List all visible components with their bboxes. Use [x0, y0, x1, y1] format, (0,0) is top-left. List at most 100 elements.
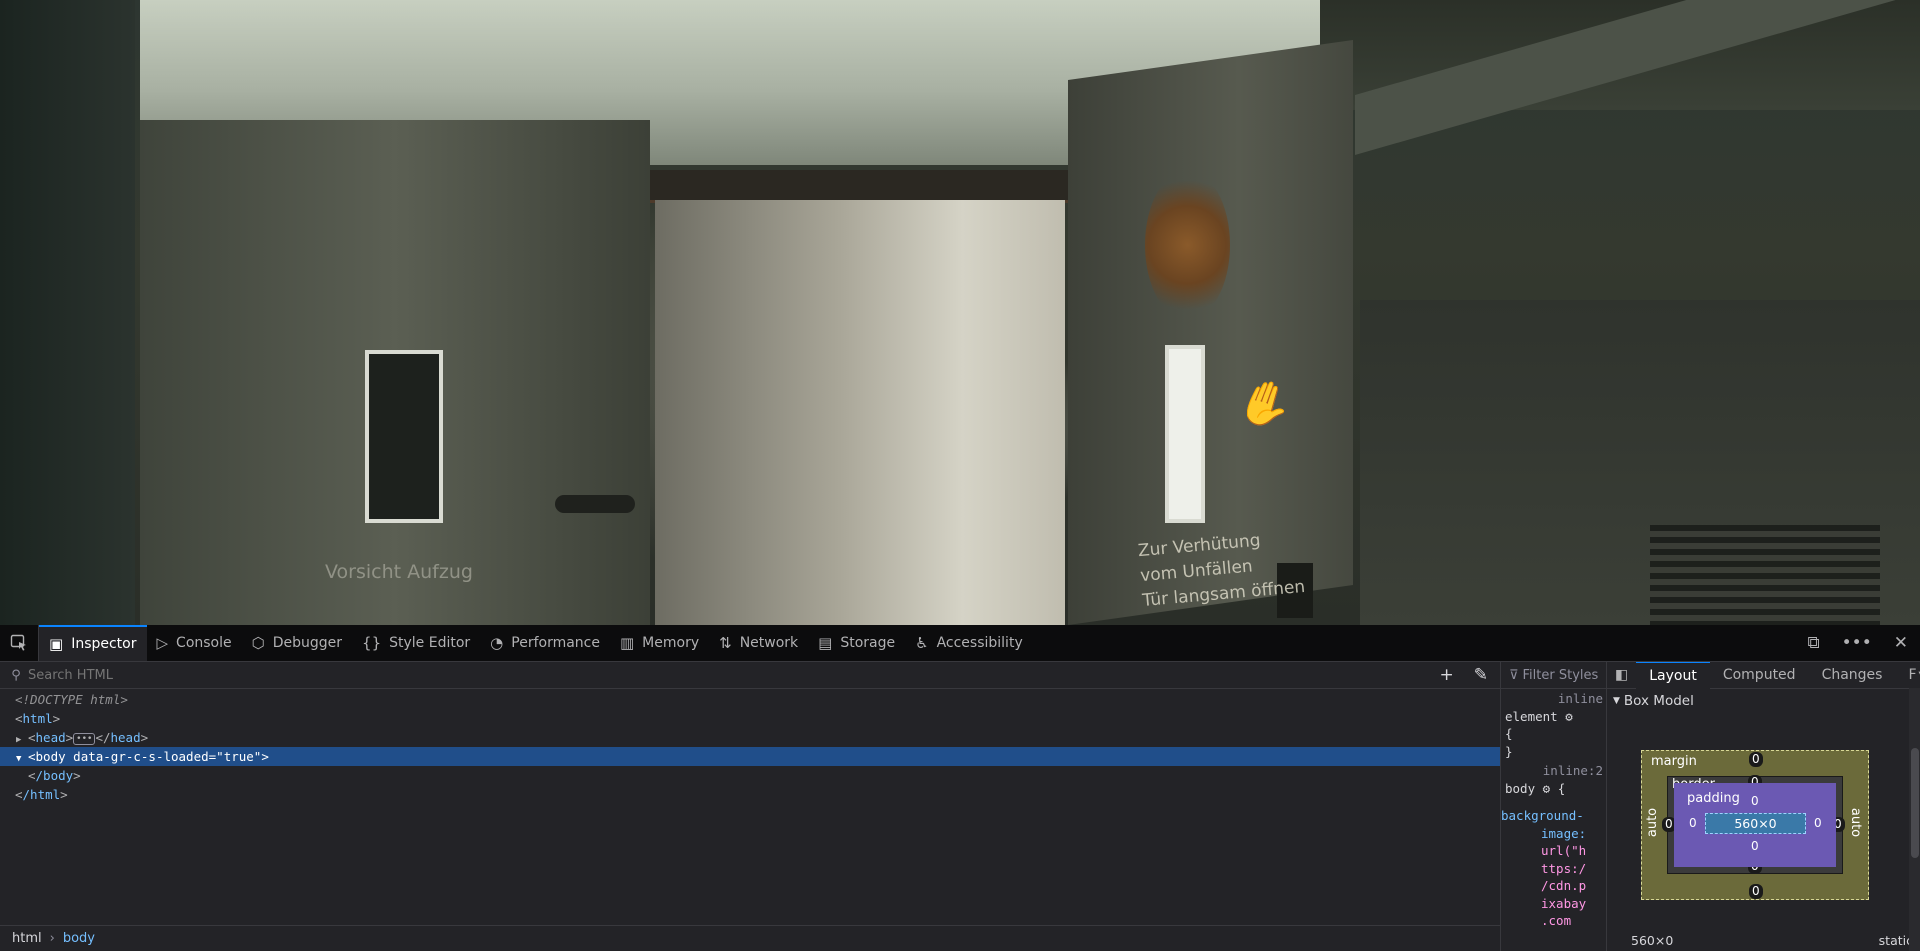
tab-label: Debugger — [272, 635, 343, 651]
rust-stain — [1145, 170, 1230, 320]
tab-label: Style Editor — [389, 635, 471, 651]
chevron-right-icon: › — [49, 931, 55, 946]
tab-network[interactable]: ⇅ Network — [709, 625, 808, 661]
rule-value[interactable]: url("h — [1505, 842, 1603, 860]
rule-selector: body ⚙ { — [1505, 780, 1566, 796]
padding-left-value[interactable]: 0 — [1686, 816, 1700, 831]
performance-icon: ◔ — [490, 634, 504, 652]
padding-top-value[interactable]: 0 — [1748, 794, 1762, 809]
breadcrumb-body[interactable]: body — [63, 931, 95, 946]
tree-line-html-close[interactable]: </html> — [0, 785, 1500, 804]
sidebar-scrollbar[interactable] — [1909, 688, 1920, 951]
tree-line-body[interactable]: ▼ <body data-gr-c-s-loaded="true"> — [0, 747, 1500, 766]
rule-open-brace: { — [1505, 726, 1513, 741]
inspector-icon: ▣ — [49, 635, 64, 653]
tab-memory[interactable]: ▥ Memory — [610, 625, 709, 661]
eyedropper-icon[interactable]: ✎ — [1474, 665, 1488, 685]
margin-label: margin — [1651, 754, 1697, 769]
rule-source[interactable]: inline — [1505, 690, 1603, 708]
debugger-icon: ⬡ — [251, 634, 265, 652]
tab-fonts[interactable]: F — [1895, 662, 1918, 688]
tab-changes[interactable]: Changes — [1809, 662, 1896, 688]
rule-selector: element ⚙ — [1505, 708, 1573, 724]
rule-value[interactable]: ixabay — [1505, 895, 1603, 913]
search-html-row: ⚲ + ✎ — [0, 662, 1500, 689]
collapse-arrow-icon: ▼ — [1613, 696, 1620, 706]
elevator-door-open — [655, 200, 1065, 625]
rule-value[interactable]: ttps:/ — [1505, 860, 1603, 878]
tab-style-editor[interactable]: {} Style Editor — [352, 625, 480, 661]
element-picker-icon[interactable] — [0, 625, 39, 661]
filter-styles-row[interactable]: ⊽ Filter Styles — [1501, 662, 1607, 689]
padding-bottom-value[interactable]: 0 — [1748, 839, 1762, 854]
breadcrumb: html › body — [0, 925, 1500, 951]
tab-label: Performance — [511, 635, 600, 651]
tab-label: Console — [176, 635, 232, 651]
sign-vorsicht-aufzug: Vorsicht Aufzug — [325, 561, 473, 583]
tab-performance[interactable]: ◔ Performance — [480, 625, 610, 661]
rule-value[interactable]: /cdn.p — [1505, 877, 1603, 895]
box-model-header[interactable]: ▼ Box Model — [1607, 689, 1920, 713]
box-model-padding[interactable]: padding 0 0 0 0 560×0 — [1674, 783, 1836, 867]
box-model-margin[interactable]: margin 0 0 auto auto border 0 0 0 0 padd… — [1641, 750, 1869, 900]
tab-computed[interactable]: Computed — [1710, 662, 1809, 688]
sign-door-warning: Zur Verhütung vom Unfällen Tür langsam ö… — [1137, 530, 1306, 611]
margin-left-value[interactable]: auto — [1645, 808, 1660, 837]
tab-inspector[interactable]: ▣ Inspector — [39, 625, 147, 661]
margin-top-value[interactable]: 0 — [1749, 752, 1763, 767]
element-position: static — [1878, 933, 1913, 948]
tree-line-html[interactable]: <html> — [0, 709, 1500, 728]
close-devtools-icon[interactable]: ✕ — [1894, 633, 1908, 653]
tab-accessibility[interactable]: ♿ Accessibility — [905, 625, 1033, 661]
rule-property[interactable]: image: — [1505, 825, 1603, 843]
padding-right-value[interactable]: 0 — [1811, 816, 1825, 831]
add-node-icon[interactable]: + — [1440, 665, 1454, 685]
search-html-input[interactable] — [26, 666, 1410, 684]
rule-property[interactable]: background- — [1501, 807, 1603, 825]
more-options-icon[interactable]: ••• — [1842, 633, 1872, 653]
memory-icon: ▥ — [619, 634, 635, 652]
filter-styles-input[interactable]: Filter Styles — [1523, 668, 1599, 683]
box-model-border[interactable]: border 0 0 0 0 padding 0 0 0 0 560×0 — [1662, 775, 1845, 874]
door-window-right — [1165, 345, 1205, 523]
collapse-arrow-icon[interactable]: ▼ — [16, 750, 28, 769]
toggle-sidebar-icon[interactable]: ◧ — [1607, 667, 1636, 683]
padding-label: padding — [1687, 791, 1740, 806]
tree-line-body-close[interactable]: </body> — [0, 766, 1500, 785]
tree-line-head[interactable]: ▶ <head> ••• </head> — [0, 728, 1500, 747]
accessibility-icon: ♿ — [915, 634, 929, 652]
tab-storage[interactable]: ▤ Storage — [808, 625, 905, 661]
box-model-content[interactable]: 560×0 — [1705, 813, 1806, 834]
tab-console[interactable]: ▷ Console — [147, 625, 242, 661]
margin-right-value[interactable]: auto — [1848, 808, 1863, 837]
tab-label: Memory — [642, 635, 700, 651]
markup-view: ⚲ + ✎ <!DOCTYPE html> <html> ▶<head>•••<… — [0, 662, 1500, 951]
dock-options-icon[interactable]: ⧉ — [1808, 633, 1820, 653]
door-handle — [555, 495, 635, 513]
page-viewport: ✋ Vorsicht Aufzug Zur Verhütung vom Unfä… — [0, 0, 1920, 625]
door-window-left — [365, 350, 443, 523]
storage-icon: ▤ — [818, 634, 833, 652]
scrollbar-thumb[interactable] — [1911, 748, 1919, 858]
margin-bottom-value[interactable]: 0 — [1749, 884, 1763, 899]
rule-source[interactable]: inline:2 — [1505, 762, 1603, 780]
rule-value[interactable]: .com — [1505, 912, 1603, 930]
box-model-diagram: margin 0 0 auto auto border 0 0 0 0 padd… — [1641, 750, 1869, 900]
tree-line-doctype[interactable]: <!DOCTYPE html> — [0, 690, 1500, 709]
devtools-panel: ▣ Inspector ▷ Console ⬡ Debugger {} Style Edito… — [0, 625, 1920, 951]
tab-layout[interactable]: Layout — [1636, 662, 1710, 689]
collapsed-badge[interactable]: ••• — [73, 732, 96, 745]
sidebar-tabs: ◧ Layout Computed Changes F ▼ — [1607, 662, 1920, 689]
element-size: 560×0 — [1631, 933, 1674, 948]
wall-vent — [1650, 525, 1880, 625]
tab-label: Accessibility — [936, 635, 1023, 651]
filter-icon: ⊽ — [1509, 667, 1519, 683]
left-wall — [0, 0, 135, 625]
markup-tree: <!DOCTYPE html> <html> ▶ <head> ••• </head>… — [0, 689, 1500, 804]
breadcrumb-html[interactable]: html — [12, 931, 42, 946]
door-lintel — [650, 170, 1070, 203]
tab-debugger[interactable]: ⬡ Debugger — [242, 625, 352, 661]
gear-icon[interactable]: ⚙ — [1543, 781, 1551, 796]
gear-icon[interactable]: ⚙ — [1565, 709, 1573, 724]
rules-view: ⊽ Filter Styles inline element ⚙ { } inli… — [1500, 662, 1607, 951]
